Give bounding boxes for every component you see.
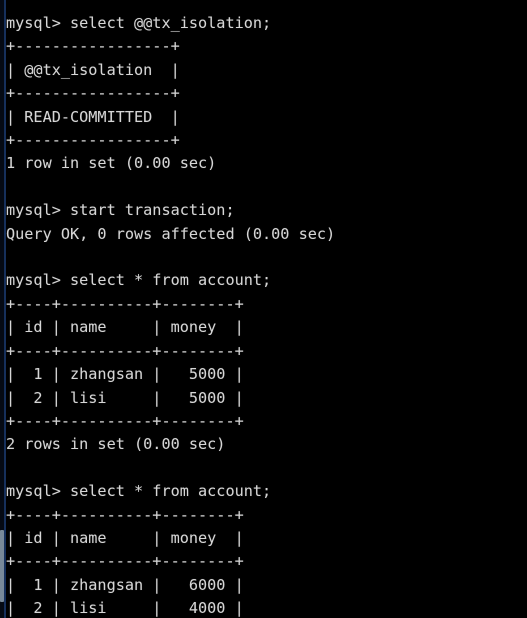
terminal-line: | id | name | money | <box>6 528 244 547</box>
terminal-line: +----+----------+--------+ <box>6 341 244 360</box>
terminal-line: +----+----------+--------+ <box>6 294 244 313</box>
terminal-line: mysql> start transaction; <box>6 201 235 220</box>
terminal-line: +-----------------+ <box>6 84 180 103</box>
terminal-line: +-----------------+ <box>6 131 180 150</box>
terminal-line: +-----------------+ <box>6 37 180 56</box>
terminal-window[interactable]: mysql> select @@tx_isolation; +----------… <box>0 0 527 618</box>
terminal-line: +----+----------+--------+ <box>6 505 244 524</box>
terminal-line: | id | name | money | <box>6 318 244 337</box>
terminal-line: | 2 | lisi | 4000 | <box>6 599 244 618</box>
terminal-line: 2 rows in set (0.00 sec) <box>6 435 226 454</box>
terminal-line: | READ-COMMITTED | <box>6 107 180 126</box>
terminal-line: mysql> select @@tx_isolation; <box>6 14 272 32</box>
terminal-line: | 1 | zhangsan | 5000 | <box>6 365 244 384</box>
terminal-line: 1 row in set (0.00 sec) <box>6 154 217 173</box>
terminal-line: | @@tx_isolation | <box>6 60 180 79</box>
terminal-line: mysql> select * from account; <box>6 271 272 290</box>
terminal-line: mysql> select * from account; <box>6 482 272 501</box>
terminal-line: Query OK, 0 rows affected (0.00 sec) <box>6 224 336 243</box>
terminal-line: +----+----------+--------+ <box>6 411 244 430</box>
terminal-output[interactable]: mysql> select @@tx_isolation; +----------… <box>6 12 527 618</box>
terminal-line: | 1 | zhangsan | 6000 | <box>6 575 244 594</box>
terminal-line: +----+----------+--------+ <box>6 552 244 571</box>
terminal-line: | 2 | lisi | 5000 | <box>6 388 244 407</box>
